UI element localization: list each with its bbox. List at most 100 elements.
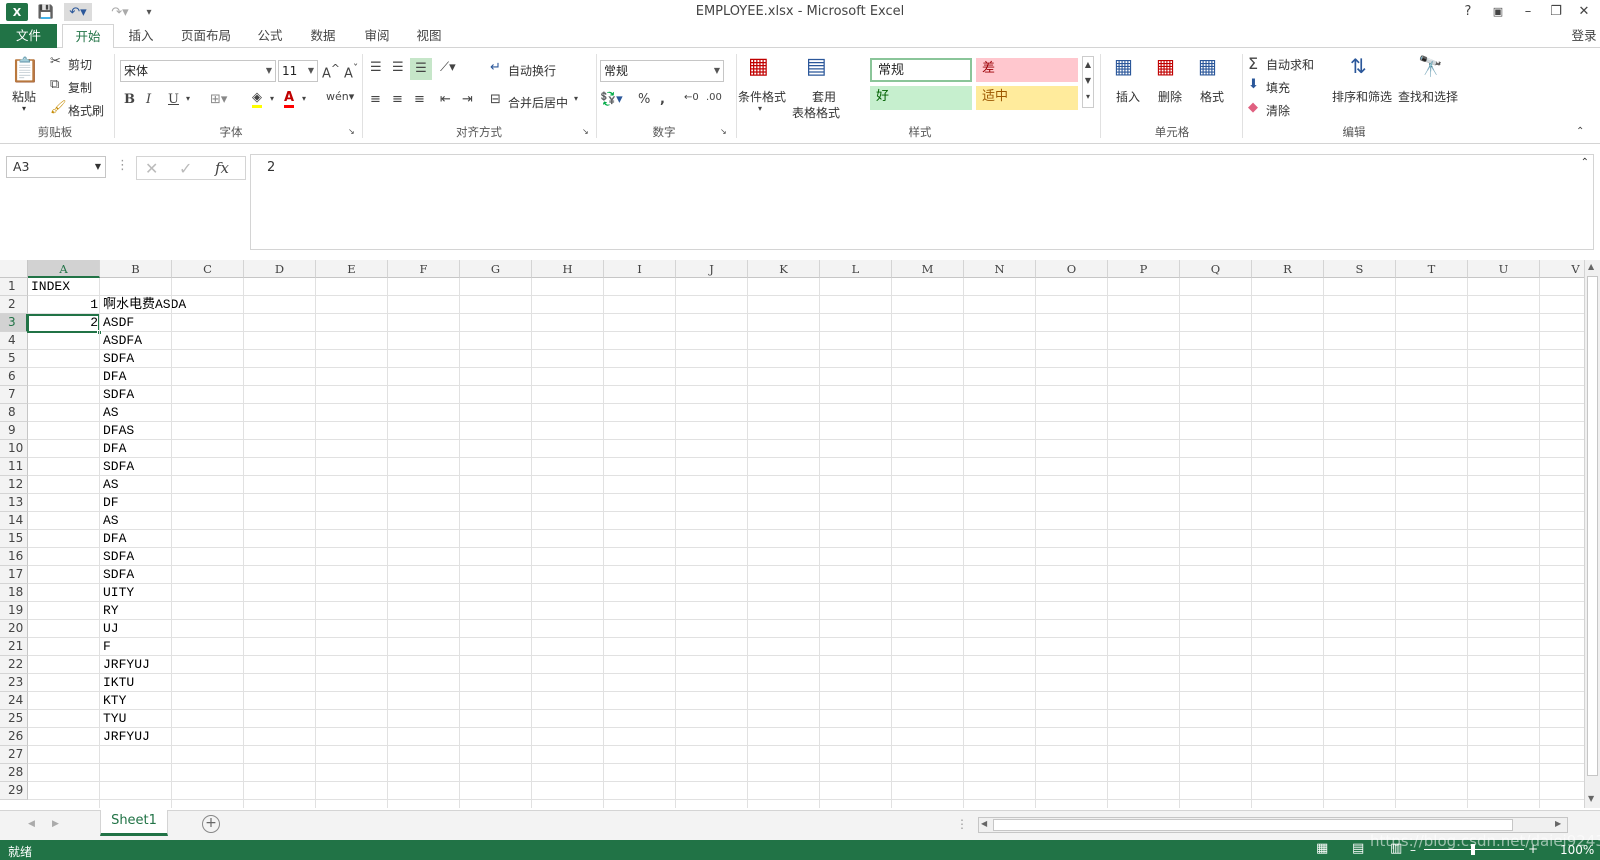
- fill-color-dropdown-icon[interactable]: ▾: [270, 94, 274, 103]
- number-format-select[interactable]: 常规 ▼: [600, 60, 724, 82]
- name-box[interactable]: A3 ▼: [6, 156, 106, 178]
- align-bottom-icon[interactable]: ☰: [410, 58, 432, 80]
- style-good[interactable]: 好: [870, 86, 972, 110]
- row-header[interactable]: 10: [0, 440, 28, 458]
- horizontal-scroll-thumb[interactable]: [993, 819, 1513, 831]
- cell-b[interactable]: JRFYUJ: [103, 728, 150, 746]
- help-icon[interactable]: ?: [1454, 2, 1482, 22]
- phonetic-icon[interactable]: wén▾: [326, 90, 354, 103]
- row-header[interactable]: 12: [0, 476, 28, 494]
- cell-b[interactable]: AS: [103, 512, 119, 530]
- row-header[interactable]: 6: [0, 368, 28, 386]
- format-as-table-label-2[interactable]: 表格格式: [792, 104, 840, 121]
- scroll-sheets-left-icon[interactable]: ◀: [28, 819, 35, 829]
- align-middle-icon[interactable]: ☰: [392, 60, 404, 75]
- tab-insert[interactable]: 插入: [120, 24, 162, 48]
- cell-b[interactable]: JRFYUJ: [103, 656, 150, 674]
- cut-button[interactable]: 剪切: [68, 56, 92, 73]
- cell-b[interactable]: UJ: [103, 620, 119, 638]
- column-header[interactable]: V: [1540, 260, 1584, 278]
- cell-a[interactable]: INDEX: [31, 278, 70, 296]
- orientation-icon[interactable]: ⟋▾: [440, 60, 456, 75]
- align-right-icon[interactable]: ≡: [414, 92, 425, 107]
- row-header[interactable]: 28: [0, 764, 28, 782]
- minimize-button[interactable]: –: [1514, 2, 1542, 22]
- format-cells-button[interactable]: 格式: [1200, 88, 1224, 105]
- fill-button[interactable]: 填充: [1266, 79, 1290, 96]
- horizontal-scrollbar[interactable]: ◀ ▶: [978, 817, 1568, 833]
- new-sheet-icon[interactable]: +: [202, 815, 220, 833]
- decrease-font-icon[interactable]: Aˇ: [344, 62, 358, 81]
- cell-b[interactable]: ASDFA: [103, 332, 142, 350]
- decrease-indent-icon[interactable]: ⇤: [440, 92, 451, 107]
- borders-icon[interactable]: ⊞▾: [210, 92, 227, 107]
- cell-b[interactable]: DFA: [103, 368, 126, 386]
- normal-view-icon[interactable]: ▦: [1316, 841, 1328, 856]
- comma-button[interactable]: ,: [660, 92, 665, 107]
- align-center-icon[interactable]: ≡: [392, 92, 403, 107]
- copy-button[interactable]: 复制: [68, 79, 92, 96]
- row-header[interactable]: 27: [0, 746, 28, 764]
- conditional-format-dropdown-icon[interactable]: ▾: [758, 104, 762, 113]
- font-size-select[interactable]: 11 ▼: [278, 60, 318, 82]
- format-as-table-label-1[interactable]: 套用: [812, 88, 836, 105]
- login-link[interactable]: 登录: [1568, 24, 1600, 48]
- row-header[interactable]: 5: [0, 350, 28, 368]
- number-launcher-icon[interactable]: ↘: [720, 127, 727, 136]
- sort-filter-button[interactable]: 排序和筛选: [1332, 88, 1392, 105]
- cell-b[interactable]: UITY: [103, 584, 134, 602]
- cell-a[interactable]: 1: [28, 296, 98, 314]
- underline-dropdown-icon[interactable]: ▾: [186, 94, 190, 103]
- select-all-corner[interactable]: [0, 260, 28, 278]
- cell-b[interactable]: SDFA: [103, 458, 134, 476]
- column-header[interactable]: O: [1036, 260, 1108, 278]
- tab-page-layout[interactable]: 页面布局: [172, 24, 240, 48]
- column-header[interactable]: B: [100, 260, 172, 278]
- cell-b[interactable]: AS: [103, 404, 119, 422]
- tab-review[interactable]: 审阅: [356, 24, 398, 48]
- paste-button[interactable]: 粘贴: [12, 88, 36, 105]
- alignment-launcher-icon[interactable]: ↘: [582, 127, 589, 136]
- row-header[interactable]: 26: [0, 728, 28, 746]
- vertical-scroll-thumb[interactable]: [1587, 276, 1598, 776]
- autosum-button[interactable]: 自动求和: [1266, 56, 1314, 73]
- column-header[interactable]: D: [244, 260, 316, 278]
- underline-button[interactable]: U: [168, 92, 179, 107]
- column-header[interactable]: I: [604, 260, 676, 278]
- row-header[interactable]: 14: [0, 512, 28, 530]
- column-header[interactable]: N: [964, 260, 1036, 278]
- row-header[interactable]: 11: [0, 458, 28, 476]
- cell-b[interactable]: SDFA: [103, 566, 134, 584]
- insert-cells-button[interactable]: 插入: [1116, 88, 1140, 105]
- ribbon-display-icon[interactable]: ▣: [1484, 2, 1512, 22]
- currency-icon[interactable]: 💱▾: [600, 92, 623, 107]
- fill-color-icon[interactable]: ◈: [252, 90, 262, 108]
- column-header[interactable]: H: [532, 260, 604, 278]
- delete-cells-button[interactable]: 删除: [1158, 88, 1182, 105]
- scroll-sheets-right-icon[interactable]: ▶: [52, 819, 59, 829]
- column-header[interactable]: J: [676, 260, 748, 278]
- row-header[interactable]: 24: [0, 692, 28, 710]
- paste-dropdown-icon[interactable]: ▾: [22, 104, 26, 113]
- row-header[interactable]: 21: [0, 638, 28, 656]
- column-header[interactable]: F: [388, 260, 460, 278]
- percent-button[interactable]: %: [638, 92, 650, 107]
- enter-icon[interactable]: ✓: [179, 159, 192, 178]
- row-header[interactable]: 29: [0, 782, 28, 800]
- vertical-scrollbar[interactable]: ▲ ▼: [1584, 260, 1600, 808]
- column-header[interactable]: S: [1324, 260, 1396, 278]
- tab-data[interactable]: 数据: [302, 24, 344, 48]
- row-header[interactable]: 22: [0, 656, 28, 674]
- cell-b[interactable]: TYU: [103, 710, 126, 728]
- close-button[interactable]: ✕: [1570, 2, 1598, 22]
- column-header[interactable]: C: [172, 260, 244, 278]
- merge-dropdown-icon[interactable]: ▾: [574, 94, 578, 103]
- cell-b[interactable]: DF: [103, 494, 119, 512]
- row-header[interactable]: 19: [0, 602, 28, 620]
- cell-b[interactable]: DFA: [103, 440, 126, 458]
- column-header[interactable]: T: [1396, 260, 1468, 278]
- collapse-ribbon-icon[interactable]: ⌃: [1576, 126, 1584, 137]
- increase-font-icon[interactable]: A^: [322, 62, 340, 81]
- formula-input[interactable]: 2 ⌃: [250, 154, 1594, 250]
- increase-decimal-icon[interactable]: ←0: [684, 92, 699, 103]
